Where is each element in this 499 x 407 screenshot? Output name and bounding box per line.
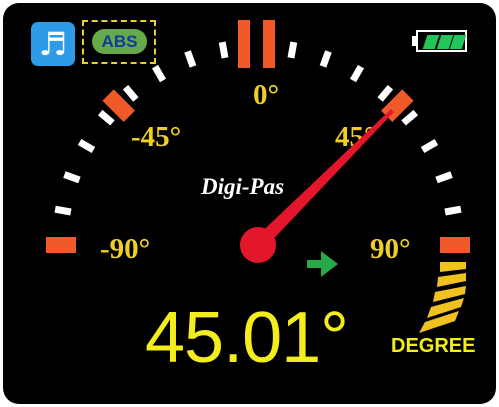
minor-tick xyxy=(377,84,394,102)
minor-tick xyxy=(401,109,419,126)
minor-tick xyxy=(444,205,462,216)
minor-tick xyxy=(184,50,197,68)
label-neg90: -90° xyxy=(100,233,150,265)
minor-tick xyxy=(122,84,139,102)
device-screen: ♬ ABS 0° -45° 45° -90° 90° Digi-Pas 45.0… xyxy=(0,0,499,407)
label-pos90: 90° xyxy=(370,233,411,265)
minor-tick xyxy=(218,41,229,59)
unit-label: DEGREE xyxy=(391,335,476,357)
minor-tick xyxy=(63,171,81,184)
fill-level-bars xyxy=(419,262,466,333)
minor-tick xyxy=(97,109,115,126)
minor-tick xyxy=(54,205,72,216)
minor-tick xyxy=(151,64,167,83)
zero-marker-left xyxy=(238,20,250,68)
right-arrow-icon xyxy=(307,251,338,277)
minor-tick xyxy=(420,138,439,154)
minor-tick xyxy=(349,64,365,83)
gauge-ticks xyxy=(46,20,470,253)
brand-logo: Digi-Pas xyxy=(200,174,284,199)
major-tick xyxy=(102,89,135,122)
label-zero: 0° xyxy=(253,79,279,111)
label-neg45: -45° xyxy=(131,121,181,153)
needle-hub xyxy=(240,227,276,263)
minor-tick xyxy=(435,171,453,184)
angle-reading: 45.01° xyxy=(145,298,349,378)
minor-tick xyxy=(319,50,332,68)
minor-tick xyxy=(287,41,298,59)
minor-tick xyxy=(77,138,96,154)
zero-marker-right xyxy=(263,20,275,68)
